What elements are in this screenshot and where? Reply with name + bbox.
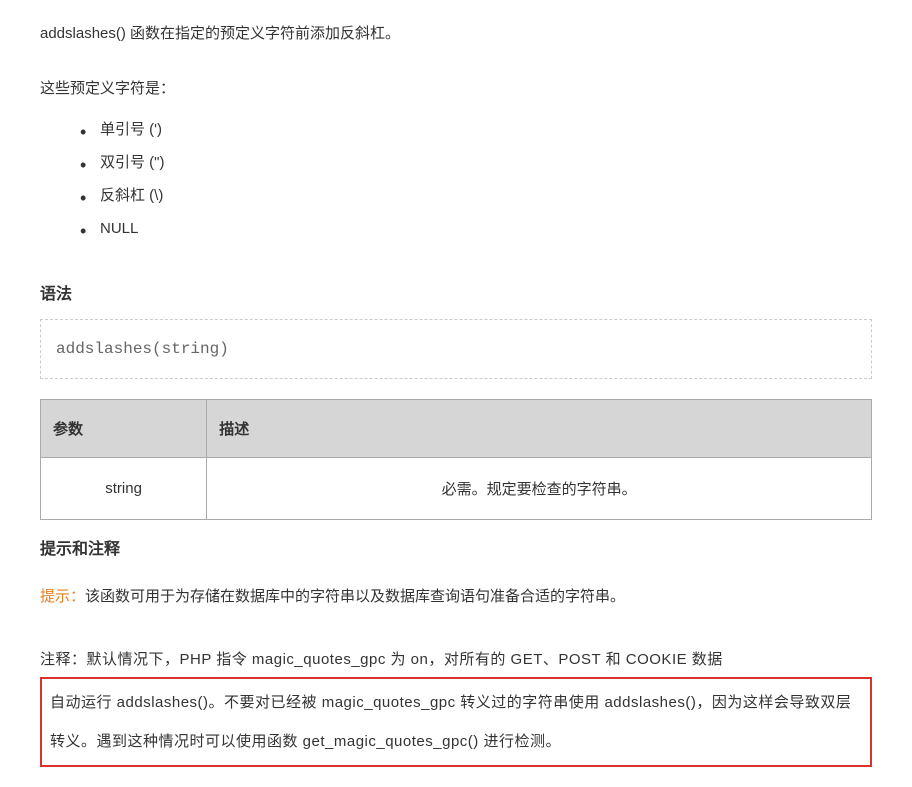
intro-text: addslashes() 函数在指定的预定义字符前添加反斜杠。 [40, 20, 872, 47]
tip-text: 该函数可用于为存储在数据库中的字符串以及数据库查询语句准备合适的字符串。 [85, 588, 625, 605]
table-cell: 必需。规定要检查的字符串。 [207, 458, 872, 520]
list-item: NULL [100, 212, 872, 245]
table-header: 描述 [207, 400, 872, 458]
table-cell: string [41, 458, 207, 520]
note-lead: 默认情况下，PHP 指令 magic_quotes_gpc 为 on，对所有的 … [87, 651, 723, 668]
note-block: 注释：默认情况下，PHP 指令 magic_quotes_gpc 为 on，对所… [40, 640, 872, 767]
table-row: string 必需。规定要检查的字符串。 [41, 458, 872, 520]
list-item: 反斜杠 (\) [100, 179, 872, 212]
note-highlight-box: 自动运行 addslashes()。不要对已经被 magic_quotes_gp… [40, 677, 872, 767]
param-table: 参数 描述 string 必需。规定要检查的字符串。 [40, 399, 872, 520]
chars-label: 这些预定义字符是： [40, 77, 872, 98]
syntax-heading: 语法 [40, 280, 872, 304]
tips-heading: 提示和注释 [40, 535, 872, 559]
note-label: 注释： [40, 651, 87, 668]
table-header: 参数 [41, 400, 207, 458]
tip-line: 提示：该函数可用于为存储在数据库中的字符串以及数据库查询语句准备合适的字符串。 [40, 579, 872, 615]
list-item: 双引号 (") [100, 146, 872, 179]
list-item: 单引号 (') [100, 113, 872, 146]
tip-label: 提示： [40, 588, 85, 605]
doc-content: addslashes() 函数在指定的预定义字符前添加反斜杠。 这些预定义字符是… [0, 0, 912, 787]
syntax-code: addslashes(string) [40, 319, 872, 379]
chars-list: 单引号 (') 双引号 (") 反斜杠 (\) NULL [40, 113, 872, 245]
table-header-row: 参数 描述 [41, 400, 872, 458]
